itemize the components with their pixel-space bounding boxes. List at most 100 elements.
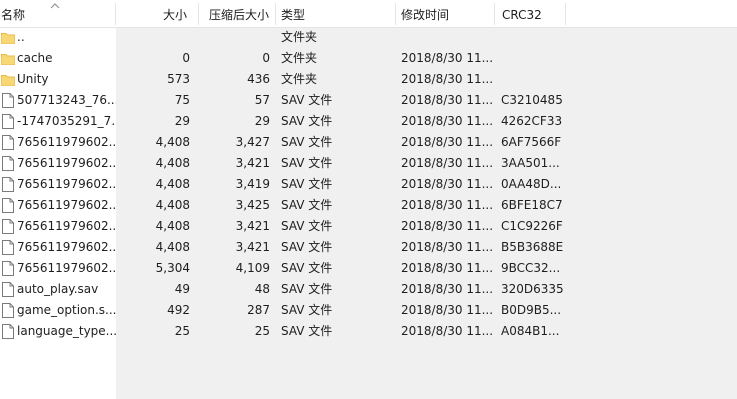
file-size: 29 bbox=[174, 114, 190, 128]
file-name: 765611979602... bbox=[17, 177, 116, 191]
file-crc32: B0D9B5... bbox=[501, 303, 562, 317]
file-modified: 2018/8/30 11... bbox=[401, 219, 493, 233]
file-name: language_type... bbox=[17, 324, 116, 338]
file-list-row[interactable]: cache 0 0 文件夹 2018/8/30 11... bbox=[0, 48, 566, 69]
file-list-row[interactable]: 765611979602... 4,408 3,421 SAV 文件 2018/8/30… bbox=[0, 237, 566, 258]
file-type: SAV 文件 bbox=[281, 240, 333, 254]
file-list-row[interactable]: 507713243_76... 75 57 SAV 文件 2018/8/30 11...… bbox=[0, 90, 566, 111]
file-list-row[interactable]: 765611979602... 5,304 4,109 SAV 文件 2018/8/30… bbox=[0, 258, 566, 279]
file-size: 4,408 bbox=[155, 135, 190, 149]
file-icon bbox=[1, 324, 15, 339]
file-compressed-size: 3,421 bbox=[235, 240, 270, 254]
file-type: SAV 文件 bbox=[281, 198, 333, 212]
file-modified: 2018/8/30 11... bbox=[401, 156, 493, 170]
file-size: 75 bbox=[174, 93, 190, 107]
file-compressed-size: 3,421 bbox=[235, 156, 270, 170]
file-type: SAV 文件 bbox=[281, 93, 333, 107]
column-header-modified[interactable]: 修改时间 bbox=[401, 0, 449, 27]
file-icon bbox=[1, 135, 15, 150]
file-crc32: B5B3688E bbox=[501, 240, 564, 254]
column-header-crc32[interactable]: CRC32 bbox=[502, 0, 542, 27]
file-list-row[interactable]: 765611979602... 4,408 3,421 SAV 文件 2018/8/30… bbox=[0, 216, 566, 237]
file-type: SAV 文件 bbox=[281, 114, 333, 128]
file-type: SAV 文件 bbox=[281, 219, 333, 233]
file-size: 573 bbox=[167, 72, 190, 86]
file-modified: 2018/8/30 11... bbox=[401, 261, 493, 275]
file-icon bbox=[1, 240, 15, 255]
file-crc32: A084B1... bbox=[501, 324, 560, 338]
file-icon bbox=[1, 114, 15, 129]
file-modified: 2018/8/30 11... bbox=[401, 72, 493, 86]
file-type: SAV 文件 bbox=[281, 177, 333, 191]
column-separator[interactable] bbox=[494, 3, 495, 25]
column-header-size[interactable]: 大小 bbox=[163, 0, 187, 27]
file-list-row[interactable]: language_type... 25 25 SAV 文件 2018/8/30 11..… bbox=[0, 321, 566, 342]
file-compressed-size: 3,421 bbox=[235, 219, 270, 233]
column-separator[interactable] bbox=[275, 3, 276, 25]
file-name: Unity bbox=[17, 72, 49, 86]
file-list-row[interactable]: game_option.s... 492 287 SAV 文件 2018/8/30 11… bbox=[0, 300, 566, 321]
file-compressed-size: 29 bbox=[254, 114, 270, 128]
file-size: 49 bbox=[174, 282, 190, 296]
file-icon bbox=[1, 198, 15, 213]
file-size: 5,304 bbox=[155, 261, 190, 275]
file-icon bbox=[1, 261, 15, 276]
file-modified: 2018/8/30 11... bbox=[401, 282, 493, 296]
sort-ascending-icon bbox=[50, 3, 60, 9]
column-separator[interactable] bbox=[115, 3, 116, 25]
file-size: 4,408 bbox=[155, 177, 190, 191]
file-icon bbox=[1, 219, 15, 234]
file-modified: 2018/8/30 11... bbox=[401, 114, 493, 128]
column-header-compressed-size[interactable]: 压缩后大小 bbox=[209, 0, 269, 27]
file-type: SAV 文件 bbox=[281, 324, 333, 338]
file-type: 文件夹 bbox=[281, 72, 318, 86]
file-size: 4,408 bbox=[155, 198, 190, 212]
file-size: 4,408 bbox=[155, 156, 190, 170]
file-list-row[interactable]: Unity 573 436 文件夹 2018/8/30 11... bbox=[0, 69, 566, 90]
file-crc32: 0AA48D... bbox=[501, 177, 562, 191]
file-modified bbox=[401, 27, 493, 48]
file-name: game_option.s... bbox=[17, 303, 116, 317]
column-separator[interactable] bbox=[198, 3, 199, 25]
file-type: SAV 文件 bbox=[281, 156, 333, 170]
file-crc32: C1C9226F bbox=[501, 219, 563, 233]
file-name: -1747035291_7... bbox=[17, 114, 116, 128]
column-separator[interactable] bbox=[565, 3, 566, 25]
file-crc32: C3210485 bbox=[501, 93, 563, 107]
file-compressed-size bbox=[200, 27, 270, 48]
file-modified: 2018/8/30 11... bbox=[401, 240, 493, 254]
file-crc32 bbox=[501, 27, 565, 48]
file-compressed-size: 287 bbox=[247, 303, 270, 317]
file-compressed-size: 4,109 bbox=[235, 261, 270, 275]
file-list-row[interactable]: 765611979602... 4,408 3,425 SAV 文件 2018/8/30… bbox=[0, 195, 566, 216]
file-name: 507713243_76... bbox=[17, 93, 116, 107]
file-modified: 2018/8/30 11... bbox=[401, 303, 493, 317]
file-name: 765611979602... bbox=[17, 198, 116, 212]
file-list-row[interactable]: 765611979602... 4,408 3,427 SAV 文件 2018/8/30… bbox=[0, 132, 566, 153]
file-name: 765611979602... bbox=[17, 240, 116, 254]
folder-icon bbox=[1, 72, 15, 87]
file-name: 765611979602... bbox=[17, 135, 116, 149]
file-icon bbox=[1, 156, 15, 171]
file-type: SAV 文件 bbox=[281, 303, 333, 317]
file-crc32: 6BFE18C7 bbox=[501, 198, 563, 212]
column-header-name[interactable]: 名称 bbox=[1, 0, 25, 27]
file-list-row[interactable]: .. 文件夹 bbox=[0, 27, 566, 48]
column-separator[interactable] bbox=[395, 3, 396, 25]
file-crc32: 320D6335 bbox=[501, 282, 564, 296]
file-list-row[interactable]: 765611979602... 4,408 3,421 SAV 文件 2018/8/30… bbox=[0, 153, 566, 174]
file-modified: 2018/8/30 11... bbox=[401, 198, 493, 212]
file-list-row[interactable]: auto_play.sav 49 48 SAV 文件 2018/8/30 11... 32… bbox=[0, 279, 566, 300]
file-size bbox=[116, 27, 190, 48]
file-crc32 bbox=[501, 69, 565, 90]
column-header-type[interactable]: 类型 bbox=[281, 0, 305, 27]
file-name: 765611979602... bbox=[17, 219, 116, 233]
file-name: 765611979602... bbox=[17, 156, 116, 170]
file-list-row[interactable]: -1747035291_7... 29 29 SAV 文件 2018/8/30 11..… bbox=[0, 111, 566, 132]
file-crc32: 3AA501... bbox=[501, 156, 560, 170]
file-icon bbox=[1, 282, 15, 297]
file-icon bbox=[1, 303, 15, 318]
file-type: 文件夹 bbox=[281, 30, 318, 44]
file-list: .. 文件夹 cache 0 0 文件夹 2018/8/30 11... Unity 573… bbox=[0, 27, 566, 342]
file-list-row[interactable]: 765611979602... 4,408 3,419 SAV 文件 2018/8/30… bbox=[0, 174, 566, 195]
